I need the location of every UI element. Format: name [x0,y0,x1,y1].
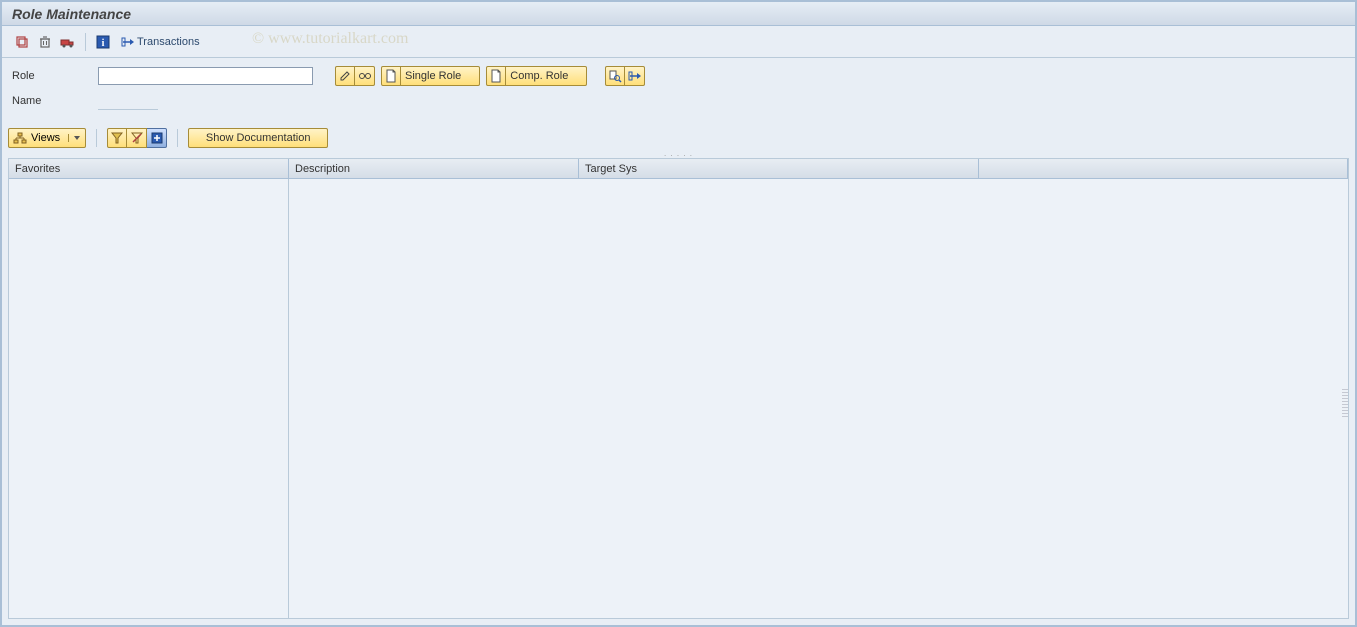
dropdown-caret [68,134,81,142]
views-button[interactable]: Views [8,128,86,148]
info-button[interactable]: i [93,32,113,52]
search-list-icon [608,69,622,83]
filter-group [107,128,167,148]
svg-text:i: i [102,38,105,49]
where-used-button[interactable] [605,66,625,86]
arrow-right-icon [628,69,642,83]
transactions-label: Transactions [137,36,200,48]
role-label: Role [12,70,92,82]
top-toolbar: i Transactions © www.tutorialkart.com [2,26,1355,58]
column-description[interactable]: Description [289,159,579,178]
copy-icon [15,35,29,49]
caret-down-icon [73,134,81,142]
glasses-icon [358,71,372,81]
edit-display-group [335,66,375,86]
grid-header: Favorites Description Target Sys [9,159,1348,179]
separator [96,129,97,147]
expand-icon [151,132,163,144]
name-field [98,92,158,110]
copy-button[interactable] [12,32,32,52]
info-icon: i [96,35,110,49]
filter-delete-button[interactable] [127,128,147,148]
document-icon [490,69,502,83]
expand-button[interactable] [147,128,167,148]
assign-button[interactable] [625,66,645,86]
views-label: Views [31,132,60,144]
grid-container: Favorites Description Target Sys [8,158,1349,619]
column-empty [979,159,1348,178]
filter-button[interactable] [107,128,127,148]
column-target-sys[interactable]: Target Sys [579,159,979,178]
comp-role-group: Comp. Role [486,66,587,86]
page-title: Role Maintenance [12,6,131,22]
show-documentation-button[interactable]: Show Documentation [188,128,328,148]
comp-role-button[interactable]: Comp. Role [506,66,587,86]
separator [85,33,86,51]
single-role-button[interactable]: Single Role [401,66,480,86]
titlebar: Role Maintenance [2,2,1355,26]
trash-icon [38,35,52,49]
create-comp-icon-button[interactable] [486,66,506,86]
delete-button[interactable] [35,32,55,52]
watermark-text: © www.tutorialkart.com [252,30,408,48]
display-button[interactable] [355,66,375,86]
single-role-label: Single Role [405,70,461,82]
role-row: Role [12,66,1345,86]
column-favorites[interactable]: Favorites [9,159,289,178]
form-area: Role [2,58,1355,128]
main-window: Role Maintenance [0,0,1357,627]
details-area[interactable] [289,179,1348,618]
transport-button[interactable] [58,32,78,52]
pencil-icon [339,70,351,82]
edit-button[interactable] [335,66,355,86]
scroll-handle[interactable] [1342,389,1348,419]
separator [177,129,178,147]
role-input[interactable] [98,67,313,85]
filter-off-icon [131,132,143,144]
favorites-tree-area[interactable] [9,179,289,618]
extra-actions-group [605,66,645,86]
arrow-right-icon [121,35,135,49]
filter-icon [111,132,123,144]
single-role-group: Single Role [381,66,480,86]
name-label: Name [12,95,92,107]
show-doc-label: Show Documentation [206,132,311,144]
name-row: Name [12,92,1345,110]
document-icon [385,69,397,83]
create-single-icon-button[interactable] [381,66,401,86]
truck-icon [60,35,76,49]
grid-body [9,179,1348,618]
hierarchy-icon [13,132,27,144]
transactions-button[interactable]: Transactions [116,32,205,52]
comp-role-label: Comp. Role [510,70,568,82]
